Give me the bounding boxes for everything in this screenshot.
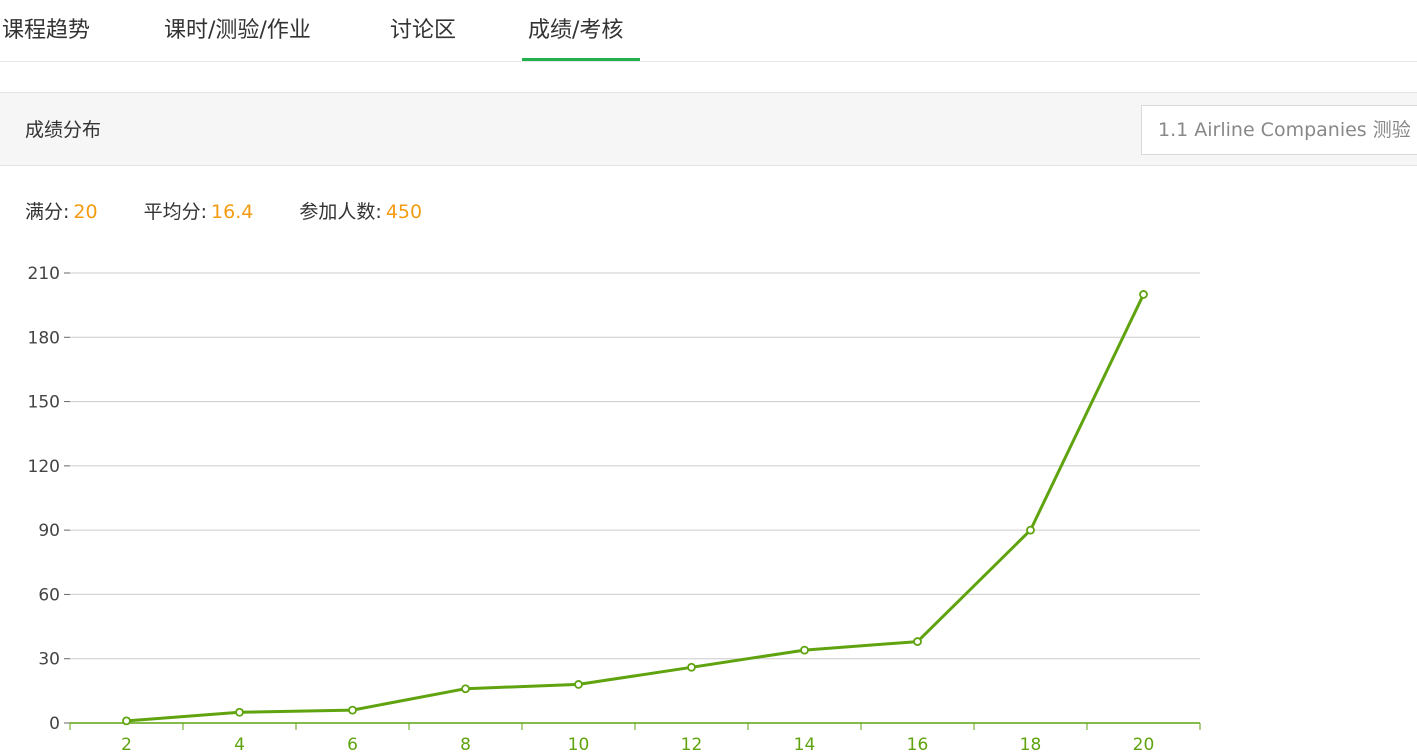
average-score-label: 平均分: (143, 201, 208, 223)
x-tick-label: 8 (460, 735, 471, 753)
x-tick-label: 10 (568, 735, 590, 753)
full-score-label: 满分: (25, 201, 70, 223)
y-tick-label: 180 (28, 328, 60, 348)
x-tick-label: 12 (681, 735, 703, 753)
average-score-stat: 平均分: 16.4 (144, 199, 254, 225)
data-point (235, 707, 244, 717)
tab-bar: 课程趋势 课时/测验/作业 讨论区 成绩/考核 (0, 0, 1417, 62)
x-tick-label: 18 (1020, 735, 1042, 753)
participants-stat: 参加人数: 450 (299, 199, 422, 225)
tab-grades-assessment[interactable]: 成绩/考核 (528, 14, 623, 48)
data-point (574, 680, 583, 689)
x-tick-label: 14 (794, 735, 816, 753)
full-score-value: 20 (73, 201, 98, 223)
participants-label: 参加人数: (299, 201, 382, 223)
data-point (1139, 290, 1148, 299)
tab-lessons-quizzes-homework[interactable]: 课时/测验/作业 (164, 14, 311, 48)
x-tick-label: 6 (347, 735, 358, 753)
section-title: 成绩分布 (25, 119, 102, 141)
y-tick-label: 60 (38, 585, 60, 605)
x-tick-label: 16 (907, 735, 929, 753)
y-tick-label: 120 (28, 457, 60, 477)
x-tick-label: 20 (1133, 735, 1155, 753)
average-score-value: 16.4 (211, 201, 254, 223)
y-tick-label: 0 (49, 714, 60, 734)
quiz-select[interactable]: 1.1 Airline Companies 测验 (1141, 105, 1417, 155)
data-point (461, 684, 470, 694)
y-tick-label: 150 (28, 393, 60, 413)
grade-distribution-header: 成绩分布 1.1 Airline Companies 测验 (0, 92, 1417, 166)
x-tick-label: 4 (234, 735, 245, 753)
data-point (1026, 525, 1035, 535)
data-point (913, 637, 922, 646)
x-tick-label: 2 (121, 735, 132, 753)
active-tab-indicator (522, 58, 640, 61)
tab-course-trend[interactable]: 课程趋势 (2, 14, 90, 48)
full-score-stat: 满分: 20 (25, 199, 98, 225)
participants-value: 450 (385, 201, 423, 223)
score-stats: 满分: 20 平均分: 16.4 参加人数: 450 (25, 199, 462, 225)
y-tick-label: 90 (38, 521, 60, 541)
data-point (687, 662, 696, 672)
y-tick-label: 30 (38, 650, 60, 670)
data-point (122, 716, 131, 726)
tab-discussion[interactable]: 讨论区 (390, 14, 456, 48)
y-tick-label: 210 (28, 264, 60, 284)
data-point (348, 705, 357, 715)
data-point (800, 645, 809, 655)
series-line (126, 293, 1145, 723)
score-distribution-chart: 0 30 60 90 120 150 180 210 2 4 6 8 10 12 14 16 18 20 (28, 264, 1201, 753)
